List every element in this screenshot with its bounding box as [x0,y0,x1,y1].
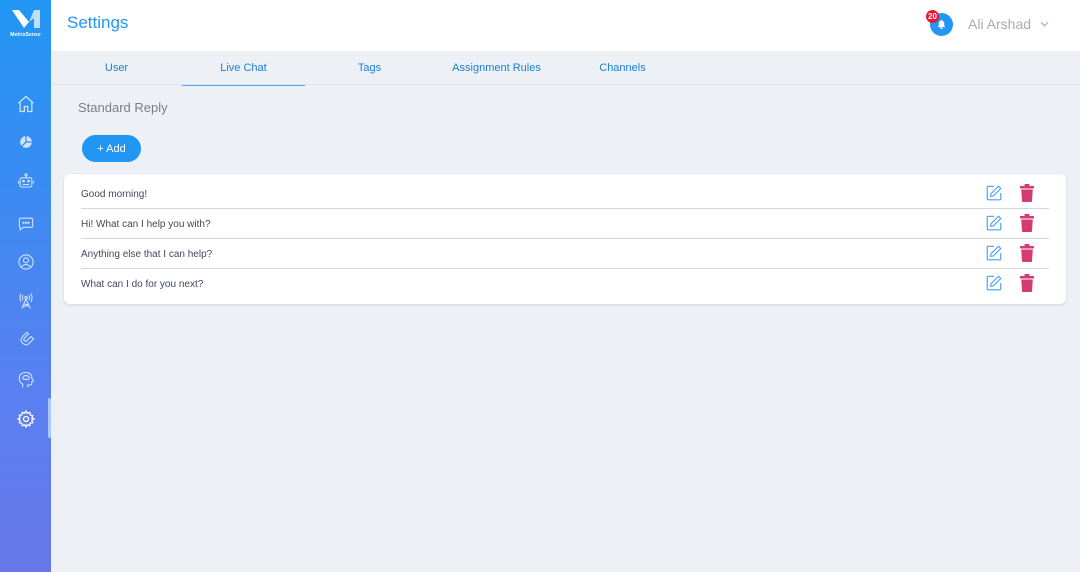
active-indicator [48,398,51,438]
edit-icon [986,245,1002,261]
sidebar-item-settings[interactable] [0,401,51,437]
reply-text: Good morning! [81,189,148,200]
reply-text: Hi! What can I help you with? [81,219,211,230]
magnet-icon [19,331,34,346]
settings-tabs: User Live Chat Tags Assignment Rules Cha… [51,51,1080,86]
edit-icon [986,215,1002,231]
home-icon [17,95,34,113]
sidebar-item-bot[interactable] [0,164,51,200]
list-item: Hi! What can I help you with? [81,209,1049,239]
sidebar-item-intelligence[interactable] [0,362,51,398]
antenna-icon [18,293,33,309]
sidebar-item-live-chat[interactable] [0,206,51,242]
add-reply-button[interactable]: + Add [82,135,141,162]
sidebar-item-integrations[interactable] [0,321,51,357]
trash-icon [1020,214,1034,232]
list-item: What can I do for you next? [81,269,1049,299]
list-item: Good morning! [81,179,1049,209]
chat-bubble-icon [18,217,33,231]
trash-icon [1020,184,1034,202]
user-circle-icon [17,254,34,270]
standard-reply-list: Good morning! Hi! What can I help you wi… [64,174,1066,304]
trash-icon [1020,274,1034,292]
pie-chart-icon [19,136,32,148]
list-item: Anything else that I can help? [81,239,1049,269]
edit-button[interactable] [985,274,1003,292]
chevron-down-icon [1040,21,1049,27]
delete-button[interactable] [1020,244,1034,262]
edit-icon [986,185,1002,201]
tab-user[interactable]: User [53,51,180,85]
notifications-button[interactable]: 20 [926,10,953,36]
gear-icon [16,409,35,429]
edit-button[interactable] [985,184,1003,202]
page-title: Settings [67,13,129,32]
delete-button[interactable] [1020,184,1034,202]
top-bar: Settings 20 Ali Arshad [51,0,1080,51]
user-menu[interactable]: Ali Arshad [968,16,1049,32]
delete-button[interactable] [1020,214,1034,232]
logo[interactable]: MetrixSense [0,0,51,48]
trash-icon [1020,244,1034,262]
sidebar-item-broadcast[interactable] [0,283,51,319]
edit-button[interactable] [985,214,1003,232]
logo-text: MetrixSense [10,32,41,38]
metrixsense-logo-icon [11,10,40,28]
bell-icon [937,19,946,30]
edit-icon [986,275,1002,291]
sidebar: MetrixSense [0,0,51,572]
tab-assignment-rules[interactable]: Assignment Rules [433,51,560,85]
edit-button[interactable] [985,244,1003,262]
notification-count-badge: 20 [926,10,939,23]
sidebar-item-contacts[interactable] [0,244,51,280]
user-name: Ali Arshad [968,16,1032,32]
sidebar-item-home[interactable] [0,86,51,122]
reply-text: Anything else that I can help? [81,249,213,260]
brain-head-icon [18,371,34,388]
tab-live-chat[interactable]: Live Chat [180,51,307,86]
robot-icon [17,173,34,188]
tab-channels[interactable]: Channels [559,51,686,85]
sidebar-item-analytics[interactable] [0,124,51,160]
tab-tags[interactable]: Tags [306,51,433,85]
delete-button[interactable] [1020,274,1034,292]
reply-text: What can I do for you next? [81,279,204,290]
section-title: Standard Reply [78,100,168,115]
